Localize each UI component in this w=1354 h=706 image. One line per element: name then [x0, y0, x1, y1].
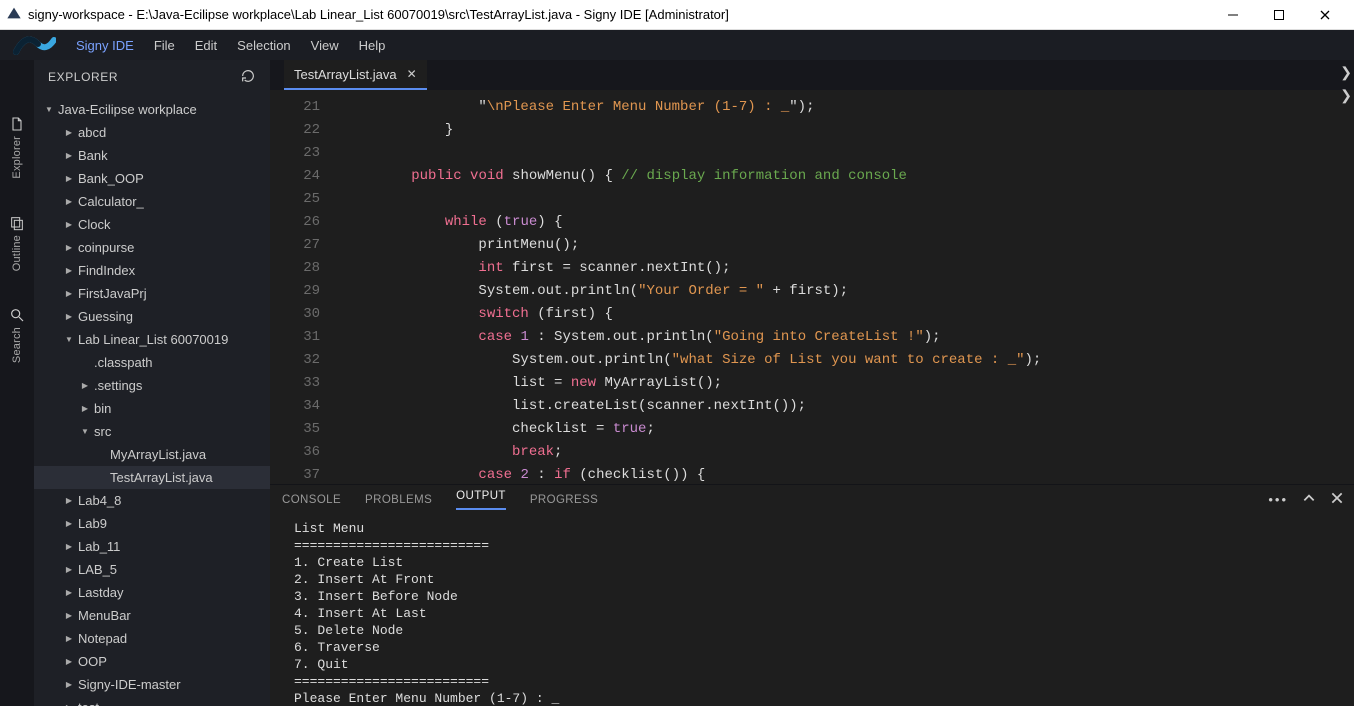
panel-close-icon[interactable] [1330, 491, 1344, 508]
chevron-up-icon[interactable] [1302, 491, 1316, 508]
editor-tabbar: TestArrayList.java ✕ [270, 60, 1354, 90]
more-icon[interactable]: ••• [1268, 492, 1288, 507]
tree-item-label: FindIndex [78, 263, 135, 278]
tree-root[interactable]: Java-Ecilipse workplace [34, 98, 270, 121]
tree-item-label: OOP [78, 654, 107, 669]
tree-folder[interactable]: coinpurse [34, 236, 270, 259]
tree-folder[interactable]: Clock [34, 213, 270, 236]
tree-folder[interactable]: Bank [34, 144, 270, 167]
tree-folder[interactable]: Lab4_8 [34, 489, 270, 512]
tree-item-label: Guessing [78, 309, 133, 324]
menu-selection[interactable]: Selection [227, 38, 300, 53]
menu-edit[interactable]: Edit [185, 38, 227, 53]
search-icon [9, 307, 25, 323]
activity-explorer[interactable]: Explorer [0, 98, 34, 197]
tree-root-label: Java-Ecilipse workplace [58, 102, 197, 117]
tree-item-label: MyArrayList.java [110, 447, 206, 462]
panel-tab-output[interactable]: OUTPUT [456, 490, 506, 510]
window-titlebar: signy-workspace - E:\Java-Ecilipse workp… [0, 0, 1354, 30]
tree-item-label: Calculator_ [78, 194, 144, 209]
gutter: 2122232425262728293031323334353637 [270, 90, 344, 484]
tree-file[interactable]: MyArrayList.java [34, 443, 270, 466]
panel-tab-console[interactable]: CONSOLE [282, 494, 341, 506]
tree-item-label: test [78, 700, 99, 706]
tree-folder[interactable]: Lab_11 [34, 535, 270, 558]
tree-folder[interactable]: FindIndex [34, 259, 270, 282]
tree-item-label: coinpurse [78, 240, 134, 255]
tree-item-label: abcd [78, 125, 106, 140]
tree-item-label: LAB_5 [78, 562, 117, 577]
activity-outline[interactable]: Outline [0, 197, 34, 289]
tree-folder[interactable]: OOP [34, 650, 270, 673]
tree-folder[interactable]: LAB_5 [34, 558, 270, 581]
tree-folder[interactable]: Signy-IDE-master [34, 673, 270, 696]
file-icon [9, 116, 25, 132]
brand-logo-icon [8, 30, 60, 60]
tree-folder[interactable]: test [34, 696, 270, 706]
tree-item-label: .settings [94, 378, 142, 393]
window-minimize-button[interactable] [1210, 1, 1256, 29]
app-icon [6, 5, 22, 24]
editor-area: ❯ ❯ TestArrayList.java ✕ 212223242526272… [270, 60, 1354, 706]
tree-item-label: Lab4_8 [78, 493, 121, 508]
activity-bar: Explorer Outline Search [0, 60, 34, 706]
tree-item-label: Lab9 [78, 516, 107, 531]
panel-tab-progress[interactable]: PROGRESS [530, 494, 598, 506]
tree-folder[interactable]: Lastday [34, 581, 270, 604]
activity-search[interactable]: Search [0, 289, 34, 381]
tree-folder[interactable]: MenuBar [34, 604, 270, 627]
tree-file[interactable]: .classpath [34, 351, 270, 374]
menu-view[interactable]: View [301, 38, 349, 53]
tree-folder[interactable]: FirstJavaPrj [34, 282, 270, 305]
tree-folder[interactable]: Notepad [34, 627, 270, 650]
tab-label: TestArrayList.java [294, 67, 397, 82]
brand-label[interactable]: Signy IDE [66, 38, 144, 53]
tree-item-label: bin [94, 401, 111, 416]
window-maximize-button[interactable] [1256, 1, 1302, 29]
menu-help[interactable]: Help [349, 38, 396, 53]
tree-item-label: TestArrayList.java [110, 470, 213, 485]
tree-item-label: Clock [78, 217, 111, 232]
tree-item-label: Notepad [78, 631, 127, 646]
tab-testarraylist[interactable]: TestArrayList.java ✕ [284, 60, 427, 90]
code-body[interactable]: "\nPlease Enter Menu Number (1-7) : _");… [344, 90, 1354, 484]
tree-item-label: Lab_11 [78, 539, 120, 554]
overflow-icon[interactable]: ❯ [1340, 64, 1352, 81]
tree-item-label: .classpath [94, 355, 153, 370]
refresh-icon[interactable] [240, 68, 256, 87]
tree-item-label: Signy-IDE-master [78, 677, 181, 692]
sidebar: EXPLORER Java-Ecilipse workplace abcd Ban… [34, 60, 270, 706]
sidebar-title: EXPLORER [48, 70, 118, 84]
tree-item-label: Bank_OOP [78, 171, 144, 186]
tree-item-label: FirstJavaPrj [78, 286, 147, 301]
tree-folder[interactable]: src [34, 420, 270, 443]
output-panel[interactable]: List Menu ========================= 1. C… [270, 514, 1354, 706]
sidebar-header: EXPLORER [34, 60, 270, 94]
tree-folder[interactable]: Guessing [34, 305, 270, 328]
tree-folder[interactable]: Bank_OOP [34, 167, 270, 190]
tree-folder[interactable]: abcd [34, 121, 270, 144]
panel-tab-problems[interactable]: PROBLEMS [365, 494, 432, 506]
code-editor[interactable]: 2122232425262728293031323334353637 "\nPl… [270, 90, 1354, 484]
overflow-icon-2[interactable]: ❯ [1340, 87, 1352, 104]
tree-folder[interactable]: Lab Linear_List 60070019 [34, 328, 270, 351]
tree-folder[interactable]: .settings [34, 374, 270, 397]
tree-item-label: Lab Linear_List 60070019 [78, 332, 228, 347]
tree-folder[interactable]: bin [34, 397, 270, 420]
panel-tabbar: CONSOLE PROBLEMS OUTPUT PROGRESS ••• [270, 484, 1354, 514]
close-icon[interactable]: ✕ [407, 67, 417, 81]
window-title: signy-workspace - E:\Java-Ecilipse workp… [28, 7, 729, 22]
tree-file[interactable]: TestArrayList.java [34, 466, 270, 489]
tree-item-label: src [94, 424, 111, 439]
window-close-button[interactable] [1302, 1, 1348, 29]
tree-item-label: MenuBar [78, 608, 131, 623]
tree-folder[interactable]: Lab9 [34, 512, 270, 535]
file-tree[interactable]: Java-Ecilipse workplace abcd Bank Bank_OOP… [34, 94, 270, 706]
tree-folder[interactable]: Calculator_ [34, 190, 270, 213]
tree-item-label: Lastday [78, 585, 124, 600]
menubar: Signy IDE File Edit Selection View Help [0, 30, 1354, 60]
outline-icon [9, 215, 25, 231]
tree-item-label: Bank [78, 148, 108, 163]
menu-file[interactable]: File [144, 38, 185, 53]
